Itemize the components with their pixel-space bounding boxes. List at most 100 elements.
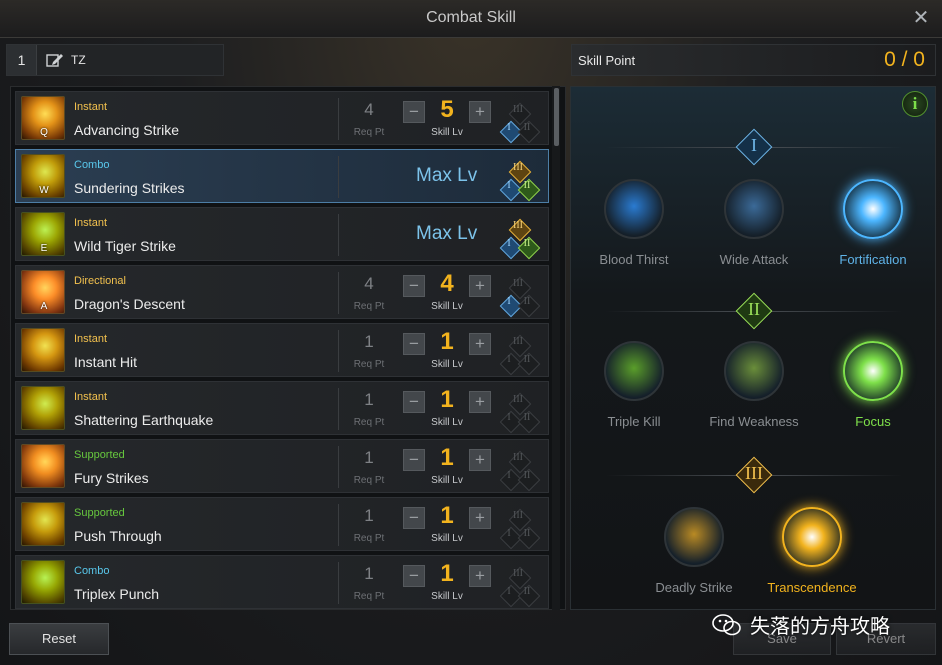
skill-row[interactable]: E Instant Wild Tiger Strike Max Lv I II III (15, 207, 549, 261)
req-points-label: Req Pt (353, 127, 385, 138)
tripod-indicator[interactable]: I II III (493, 271, 545, 318)
tripod-name: Wide Attack (719, 252, 789, 267)
triple-kill-icon[interactable] (604, 341, 664, 401)
skill-row[interactable]: Combo Triplex Punch 1 Req Pt −1 + Skill Lv I II I… (15, 555, 549, 609)
tripod-indicator[interactable]: I II III (493, 155, 545, 202)
increase-level-button[interactable]: + (469, 101, 491, 123)
info-icon[interactable]: i (902, 91, 928, 117)
decrease-level-button[interactable]: − (403, 391, 425, 413)
skill-row[interactable]: Supported Fury Strikes 1 Req Pt −1 + Skill Lv I… (15, 439, 549, 493)
tripod-indicator[interactable]: I II III (493, 445, 545, 492)
req-points-label: Req Pt (353, 417, 385, 428)
skill-type: Combo (74, 565, 110, 577)
preset-number[interactable]: 1 (7, 45, 37, 75)
edit-icon[interactable] (46, 52, 64, 68)
scrollbar-thumb[interactable] (554, 88, 559, 146)
skill-name: Wild Tiger Strike (74, 238, 176, 254)
tripod-tier-3-numeral: III (513, 568, 523, 579)
decrease-level-button[interactable]: − (403, 275, 425, 297)
hotkey-label (37, 358, 51, 372)
skill-type: Directional (74, 275, 126, 287)
increase-level-button[interactable]: + (469, 449, 491, 471)
increase-level-button[interactable]: + (469, 507, 491, 529)
skill-row[interactable]: Instant Shattering Earthquake 1 Req Pt −1 + Sk… (15, 381, 549, 435)
req-points-label: Req Pt (353, 533, 385, 544)
tripod-tier-3-numeral: III (513, 278, 523, 289)
hotkey-label (37, 590, 51, 604)
deadly-strike-icon[interactable] (664, 507, 724, 567)
skill-icon[interactable]: Q (21, 96, 65, 140)
req-points-value: 1 (364, 390, 374, 409)
skill-row[interactable]: W Combo Sundering Strikes Max Lv I II III (15, 149, 549, 203)
skill-row[interactable]: Q Instant Advancing Strike 4 Req Pt −5 + Skill … (15, 91, 549, 145)
hotkey-label: A (40, 301, 48, 312)
skill-icon[interactable] (21, 560, 65, 604)
tier-1-numeral: I (751, 135, 757, 155)
tripod-indicator[interactable]: I II III (493, 561, 545, 608)
increase-level-button[interactable]: + (469, 275, 491, 297)
skill-icon[interactable] (21, 386, 65, 430)
req-points-label: Req Pt (353, 475, 385, 486)
blood-thirst-icon[interactable] (604, 179, 664, 239)
tripod-tier-3-numeral: III (513, 394, 523, 405)
row-divider (338, 388, 339, 430)
transcendence-icon[interactable] (782, 507, 842, 567)
skill-type: Instant (74, 391, 108, 403)
decrease-level-button[interactable]: − (403, 449, 425, 471)
skill-type: Instant (74, 217, 108, 229)
reset-button[interactable]: Reset (9, 623, 109, 655)
find-weakness-icon[interactable] (724, 341, 784, 401)
skill-level-value: 5 (440, 96, 454, 123)
skill-level-label: Skill Lv (431, 359, 463, 370)
fortification-icon[interactable] (843, 179, 903, 239)
decrease-level-button[interactable]: − (403, 565, 425, 587)
hotkey-label (37, 474, 51, 488)
close-icon[interactable]: ✕ (910, 7, 932, 29)
tripod-tier-3-numeral: III (513, 336, 523, 347)
skill-level-value: 1 (440, 444, 454, 471)
skill-icon[interactable]: W (21, 154, 65, 198)
max-level-label: Max Lv (416, 165, 478, 186)
skill-icon[interactable] (21, 328, 65, 372)
skill-list-scrollbar[interactable] (552, 86, 560, 610)
req-points-value: 1 (364, 448, 374, 467)
skill-icon[interactable]: A (21, 270, 65, 314)
tripod-indicator[interactable]: I II III (493, 213, 545, 260)
skill-icon[interactable] (21, 502, 65, 546)
tripod-tier-3-numeral: III (513, 452, 523, 463)
increase-level-button[interactable]: + (469, 333, 491, 355)
tripod-indicator[interactable]: I II III (493, 97, 545, 144)
increase-level-button[interactable]: + (469, 565, 491, 587)
skill-icon[interactable] (21, 444, 65, 488)
decrease-level-button[interactable]: − (403, 507, 425, 529)
row-divider (338, 504, 339, 546)
tripod-tier-1-numeral: I (507, 586, 511, 597)
req-points-label: Req Pt (353, 591, 385, 602)
tripod-indicator[interactable]: I II III (493, 329, 545, 376)
skill-row[interactable]: Instant Instant Hit 1 Req Pt −1 + Skill Lv I II I… (15, 323, 549, 377)
tripod-indicator[interactable]: I II III (493, 503, 545, 550)
skill-level-value: 1 (440, 502, 454, 529)
skill-name: Triplex Punch (74, 586, 160, 602)
decrease-level-button[interactable]: − (403, 101, 425, 123)
row-divider (338, 272, 339, 314)
skill-row[interactable]: A Directional Dragon's Descent 4 Req Pt −4 + Sk… (15, 265, 549, 319)
skill-list[interactable]: Q Instant Advancing Strike 4 Req Pt −5 + Skill … (10, 86, 566, 610)
skill-level-label: Skill Lv (431, 475, 463, 486)
max-level-label: Max Lv (416, 223, 478, 244)
skill-name: Sundering Strikes (74, 180, 185, 196)
skill-icon[interactable]: E (21, 212, 65, 256)
tripod-indicator[interactable]: I II III (493, 387, 545, 434)
skill-type: Instant (74, 333, 108, 345)
decrease-level-button[interactable]: − (403, 333, 425, 355)
wide-attack-icon[interactable] (724, 179, 784, 239)
tripod-tier-3-numeral: III (513, 162, 523, 173)
skill-row[interactable]: Supported Push Through 1 Req Pt −1 + Skill Lv I… (15, 497, 549, 551)
skill-name: Advancing Strike (74, 122, 180, 138)
increase-level-button[interactable]: + (469, 391, 491, 413)
skill-level-label: Skill Lv (431, 301, 463, 312)
combat-skill-window: Combat Skill ✕ 1 TZ Skill Point 0 / 0 Q I… (0, 0, 942, 665)
focus-icon[interactable] (843, 341, 903, 401)
hotkey-label (37, 416, 51, 430)
watermark: 失落的方舟攻略 (712, 610, 890, 639)
